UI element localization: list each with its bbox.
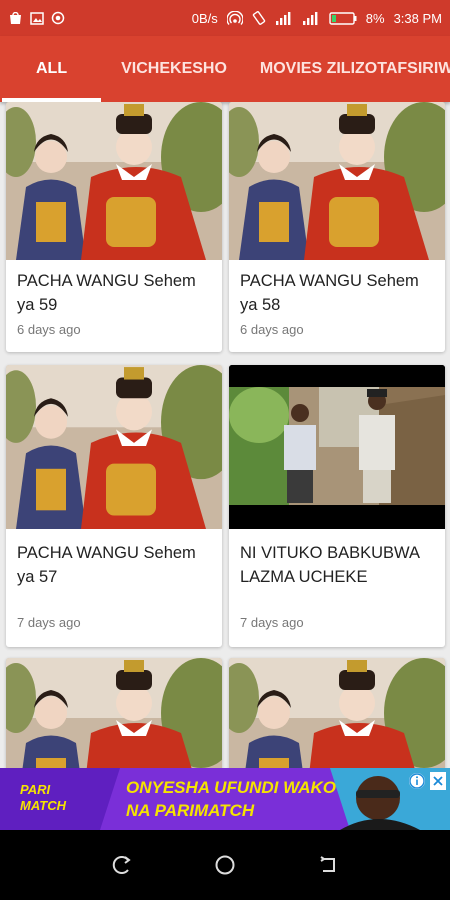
system-nav-bar — [0, 830, 450, 900]
signal-icon-1 — [275, 11, 293, 25]
category-tabs: ALL VICHEKESHO MOVIES ZILIZOTAFSIRIWA — [0, 36, 450, 102]
notification-app-icon — [8, 11, 23, 25]
video-title[interactable]: PACHA WANGU Sehem ya 57 — [17, 541, 214, 589]
ad-info-icon[interactable] — [408, 772, 426, 790]
video-thumbnail[interactable] — [6, 102, 222, 260]
video-card[interactable]: NI VITUKO BABKUBWA LAZMA UCHEKE 7 days a… — [229, 365, 445, 647]
vibrate-icon — [252, 11, 266, 25]
video-thumbnail[interactable] — [229, 102, 445, 260]
video-time: 6 days ago — [17, 322, 81, 337]
video-card[interactable]: PACHA WANGU Sehem ya 58 6 days ago — [229, 102, 445, 352]
video-thumbnail[interactable] — [229, 365, 445, 529]
clock: 3:38 PM — [393, 10, 442, 26]
recent-apps-icon[interactable] — [111, 854, 133, 876]
tab-all[interactable]: ALL — [1, 36, 102, 102]
tab-movies-zilizotafsiriwa[interactable]: MOVIES ZILIZOTAFSIRIWA — [260, 36, 450, 102]
ad-close-icon[interactable] — [430, 772, 446, 790]
ad-headline-line2: NA PARIMATCH — [126, 801, 255, 820]
battery-icon — [329, 11, 357, 25]
battery-percent: 8% — [365, 10, 385, 26]
record-icon — [51, 11, 65, 25]
gallery-icon — [30, 11, 44, 25]
status-bar: 0B/s 8% 3:38 PM — [0, 0, 450, 36]
hotspot-icon — [226, 10, 244, 25]
video-card[interactable] — [229, 658, 445, 768]
video-thumbnail[interactable] — [6, 658, 222, 768]
video-title[interactable]: NI VITUKO BABKUBWA LAZMA UCHEKE — [240, 541, 437, 589]
ad-brand-logo: PARI MATCH — [20, 782, 66, 813]
back-icon[interactable] — [317, 854, 339, 876]
video-title[interactable]: PACHA WANGU Sehem ya 58 — [240, 269, 437, 317]
signal-icon-2 — [302, 11, 320, 25]
video-thumbnail[interactable] — [229, 658, 445, 768]
video-time: 7 days ago — [17, 615, 81, 630]
video-title[interactable]: PACHA WANGU Sehem ya 59 — [17, 269, 214, 317]
home-icon[interactable] — [214, 854, 236, 876]
video-card[interactable] — [6, 658, 222, 768]
video-time: 6 days ago — [240, 322, 304, 337]
video-grid: PACHA WANGU Sehem ya 59 6 days ago PACHA… — [0, 102, 450, 768]
video-time: 7 days ago — [240, 615, 304, 630]
video-card[interactable]: PACHA WANGU Sehem ya 59 6 days ago — [6, 102, 222, 352]
ad-banner[interactable]: PARI MATCH ONYESHA UFUNDI WAKO NA PARIMA… — [0, 768, 450, 830]
ad-headline-line1: ONYESHA UFUNDI WAKO — [126, 778, 336, 797]
video-card[interactable]: PACHA WANGU Sehem ya 57 7 days ago — [6, 365, 222, 647]
tab-vichekesho[interactable]: VICHEKESHO — [121, 36, 227, 102]
network-speed: 0B/s — [191, 10, 218, 26]
video-thumbnail[interactable] — [6, 365, 222, 529]
